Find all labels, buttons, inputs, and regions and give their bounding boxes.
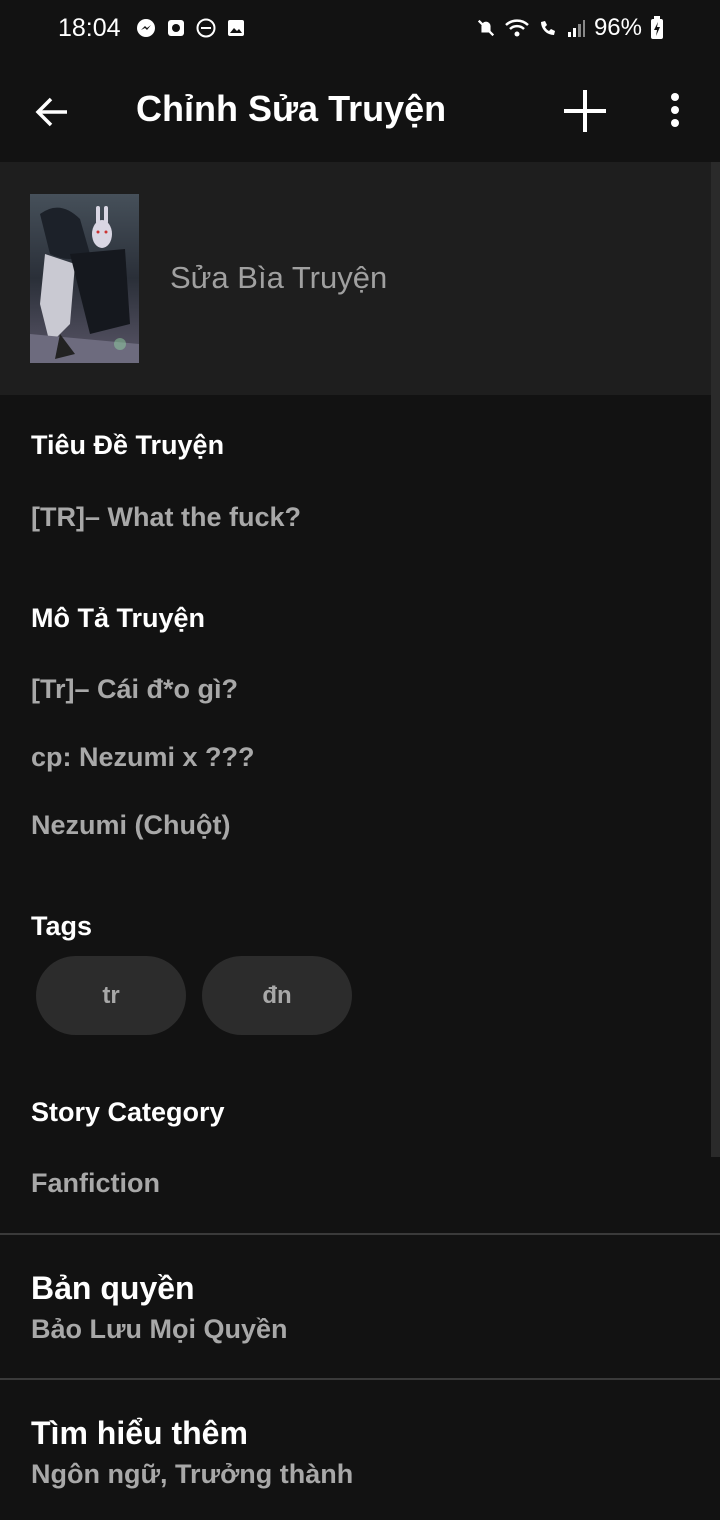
story-category-label: Story Category [31,1097,225,1127]
learn-more-value: Ngôn ngữ, Trưởng thành [31,1459,354,1489]
status-right-icons: 96% [476,14,664,42]
story-title-label: Tiêu Đề Truyện [31,430,225,460]
dnd-icon [196,18,216,38]
edit-cover-row[interactable]: Sửa Bìa Truyện [0,162,720,395]
tag-chip[interactable]: tr [36,956,186,1035]
copyright-value: Bảo Lưu Mọi Quyền [31,1314,288,1344]
edit-story-screen: 18:04 96% Chỉnh Sửa Truyện Sửa Bìa Truyệ… [0,0,720,1520]
divider [0,1378,720,1380]
story-title-field[interactable]: [TR]– What the fuck? [31,502,301,533]
arrow-left-icon [35,97,67,127]
learn-more-title: Tìm hiểu thêm [31,1415,248,1451]
divider [0,1233,720,1235]
story-description-label: Mô Tả Truyện [31,603,206,633]
battery-percent: 96% [593,14,642,41]
messenger-icon [136,18,156,38]
wifi-call-icon [538,18,558,38]
more-options-button[interactable] [654,86,696,134]
wifi-icon [504,18,530,38]
mute-icon [476,18,496,38]
copyright-title: Bản quyền [31,1270,195,1306]
status-time: 18:04 [58,14,121,42]
app-icon [166,18,186,38]
battery-charging-icon [650,16,664,39]
description-line: Nezumi (Chuột) [31,810,231,840]
add-part-button[interactable] [558,84,612,138]
description-line: cp: Nezumi x ??? [31,742,255,772]
scrollbar[interactable] [711,162,720,1157]
story-category-field[interactable]: Fanfiction [31,1168,160,1199]
description-line: [Tr]– Cái đ*o gì? [31,674,239,704]
notification-icons [136,18,246,38]
image-icon [226,18,246,38]
story-cover-image[interactable] [30,194,139,363]
plus-icon [564,90,606,132]
tag-chip[interactable]: đn [202,956,352,1035]
status-bar: 18:04 96% [0,0,720,58]
tags-label: Tags [31,911,93,941]
back-button[interactable] [28,88,76,136]
app-bar: Chỉnh Sửa Truyện [0,58,720,162]
edit-cover-label: Sửa Bìa Truyện [170,260,388,295]
signal-icon [566,18,586,38]
more-vertical-icon [671,93,679,127]
page-title: Chỉnh Sửa Truyện [136,88,447,129]
